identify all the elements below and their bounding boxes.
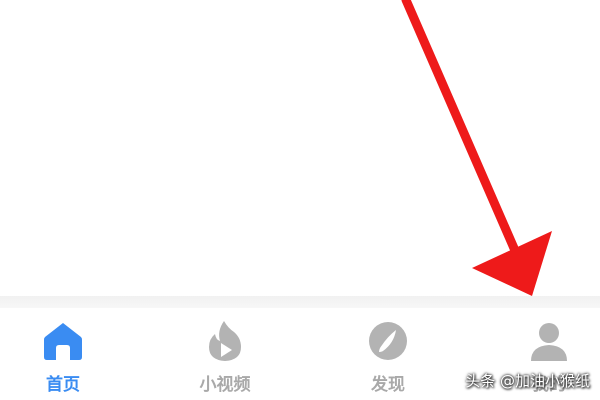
- tab-small-video-label: 小视频: [199, 375, 251, 395]
- tab-bar-divider: [0, 296, 600, 308]
- home-icon: [42, 320, 84, 362]
- tab-discover[interactable]: 发现: [318, 308, 458, 400]
- watermark-text: 头条 @加油小猴纸: [465, 372, 590, 390]
- user-icon: [528, 320, 570, 362]
- content-area: [0, 0, 600, 296]
- tab-home[interactable]: 首页: [0, 308, 133, 400]
- tab-discover-label: 发现: [371, 375, 405, 395]
- tab-home-label: 首页: [46, 375, 80, 395]
- tab-small-video[interactable]: 小视频: [155, 308, 295, 400]
- phone-screen: 首页 小视频 发现 我的 头条 @加油小猴纸: [0, 0, 600, 400]
- flame-play-icon: [204, 320, 246, 362]
- compass-icon: [367, 320, 409, 362]
